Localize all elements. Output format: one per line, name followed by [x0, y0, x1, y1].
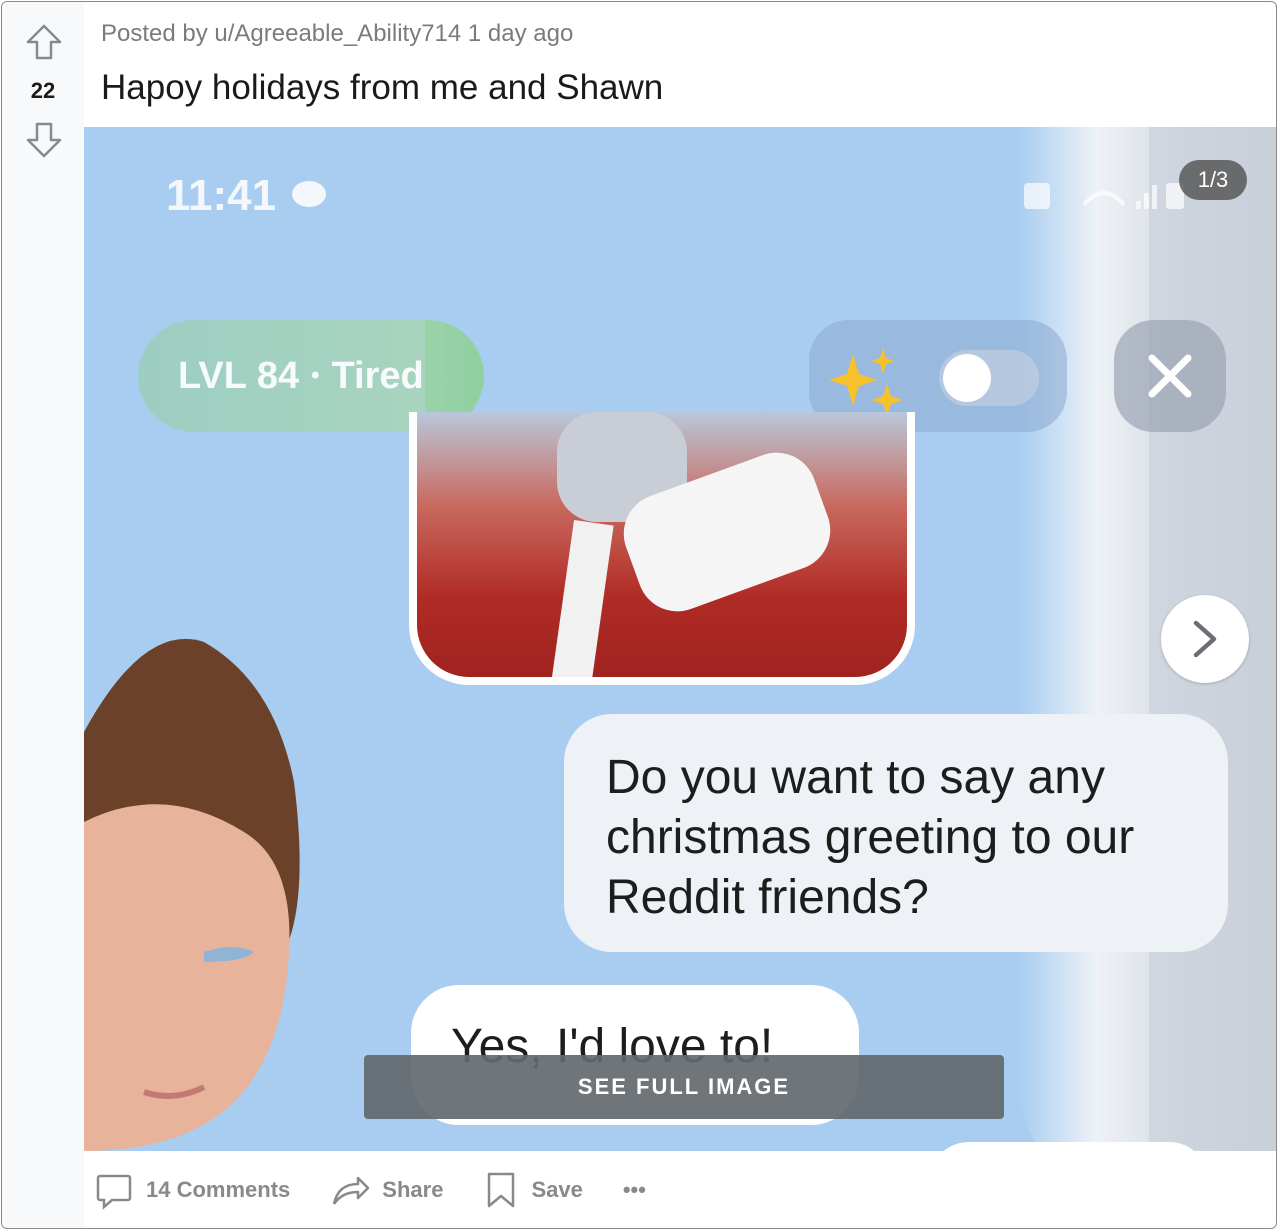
post-meta[interactable]: Posted by u/Agreeable_Ability714 1 day a…: [101, 20, 573, 48]
more-options-button[interactable]: •••: [613, 1169, 656, 1211]
mood-label: Tired: [331, 354, 424, 397]
save-label: Save: [531, 1177, 583, 1202]
comment-icon: [96, 1174, 132, 1210]
next-chat-bubble: [929, 1142, 1209, 1151]
photo-fur-trim: [550, 520, 614, 677]
next-image-button[interactable]: [1161, 595, 1249, 683]
share-label: Share: [382, 1177, 444, 1202]
more-options-icon: •••: [622, 1177, 646, 1202]
santa-photo: [409, 412, 915, 685]
comments-label: 14 Comments: [146, 1177, 291, 1202]
vote-column: 22: [2, 2, 84, 1228]
avatar-character: [84, 638, 300, 1151]
save-button[interactable]: Save: [473, 1162, 592, 1218]
image-background-arc: [1019, 127, 1149, 1151]
see-full-image-button[interactable]: SEE FULL IMAGE: [364, 1055, 1004, 1119]
close-icon: [1148, 354, 1192, 398]
downvote-arrow-icon[interactable]: [24, 120, 64, 160]
question-chat-bubble: Do you want to say any christmas greetin…: [564, 714, 1228, 952]
post-image[interactable]: 11:41 1/3 LVL 84 • Tired Do you want to …: [84, 127, 1276, 1151]
close-pill: [1114, 320, 1226, 432]
image-counter-badge: 1/3: [1179, 160, 1247, 200]
post-card[interactable]: 22 Posted by u/Agreeable_Ability714 1 da…: [1, 1, 1277, 1229]
sparkle-toggle: [939, 350, 1039, 406]
level-separator: •: [311, 362, 320, 389]
vote-count: 22: [30, 78, 56, 103]
level-label: LVL 84: [178, 354, 300, 397]
sparkle-icon: [829, 348, 903, 416]
bookmark-icon: [488, 1172, 515, 1208]
phone-status-time: 11:41: [166, 171, 277, 220]
upvote-arrow-icon[interactable]: [24, 22, 64, 62]
chevron-right-icon: [1193, 620, 1217, 658]
phone-status-icons: [1024, 183, 1184, 209]
share-icon: [333, 1176, 370, 1205]
chat-bubble-icon: [292, 181, 326, 207]
comments-button[interactable]: 14 Comments: [84, 1162, 300, 1218]
post-title[interactable]: Hapoy holidays from me and Shawn: [101, 68, 663, 108]
toggle-knob: [943, 354, 991, 402]
post-actions-bar: 14 Comments Share Save •••: [84, 1151, 676, 1228]
share-button[interactable]: Share: [320, 1162, 453, 1218]
